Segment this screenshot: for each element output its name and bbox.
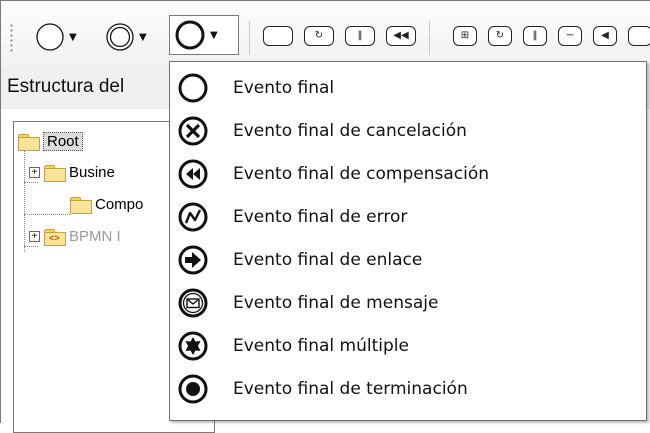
intermediate-event-button[interactable]: ▼: [105, 17, 147, 57]
start-event-icon: [36, 23, 64, 51]
tree-item-bpmn[interactable]: + <> BPMN I: [29, 228, 121, 246]
start-event-button[interactable]: ▼: [35, 17, 77, 57]
terminate-end-event-icon: [176, 372, 210, 406]
compensation-task-button[interactable]: ◀◀: [386, 26, 416, 46]
xml-badge: <>: [49, 232, 60, 243]
panel-title: Estructura del: [7, 76, 125, 97]
menu-item-link-end-event[interactable]: Evento final de enlace: [170, 239, 646, 281]
end-event-icon: [175, 20, 205, 50]
parallel-subprocess-button[interactable]: ‖: [523, 26, 547, 46]
loop-subprocess-button[interactable]: ↻: [488, 26, 512, 46]
parallel-icon: ‖: [357, 30, 363, 41]
multiple-end-event-icon: [176, 329, 210, 363]
chevron-down-icon[interactable]: ▼: [210, 30, 218, 41]
menu-item-label: Evento final de error: [233, 207, 408, 227]
loop-plus-icon: ↻: [495, 30, 505, 41]
error-end-event-icon: [176, 200, 210, 234]
menu-item-label: Evento final múltiple: [233, 336, 409, 356]
tilde-plus-icon: ~: [565, 30, 575, 41]
expand-icon[interactable]: +: [29, 231, 40, 242]
adhoc-subprocess-button[interactable]: ~: [558, 26, 582, 46]
tree-item-label: BPMN I: [69, 228, 121, 245]
folder-icon: [70, 196, 92, 214]
tree-item-label: Root: [43, 132, 83, 151]
loop-task-button[interactable]: ↻: [304, 26, 334, 46]
compensation-end-event-icon: [176, 157, 210, 191]
end-event-icon: [176, 71, 210, 105]
toolbar-grip[interactable]: [10, 23, 13, 53]
task-button[interactable]: [263, 26, 293, 46]
menu-item-label: Evento final: [233, 78, 335, 98]
menu-item-end-event[interactable]: Evento final: [170, 67, 646, 109]
menu-item-label: Evento final de enlace: [233, 250, 423, 270]
intermediate-event-icon: [106, 23, 134, 51]
tree-connector: [24, 214, 70, 215]
menu-item-label: Evento final de compensación: [233, 164, 490, 184]
cancel-end-event-icon: [176, 114, 210, 148]
menu-item-compensation-end-event[interactable]: Evento final de compensación: [170, 153, 646, 195]
menu-item-error-end-event[interactable]: Evento final de error: [170, 196, 646, 238]
expand-icon[interactable]: +: [29, 167, 40, 178]
menu-item-label: Evento final de mensaje: [233, 293, 439, 313]
folder-icon: [44, 164, 66, 182]
chevron-down-icon[interactable]: ▼: [69, 32, 77, 43]
tree-connector: [24, 148, 25, 252]
parallel-plus-icon: ‖: [532, 30, 538, 41]
toolbar: ▼ ▼ ▼ ↻ ‖ ◀◀ ⊞ ↻ ‖ ~ ◀: [1, 1, 650, 68]
rewind-icon: ◀◀: [393, 30, 409, 41]
tree-item-business[interactable]: + Busine: [29, 164, 115, 182]
toolbar-separator: [249, 21, 250, 55]
message-end-event-icon: [176, 286, 210, 320]
tree-item-components[interactable]: Compo: [70, 196, 144, 214]
end-event-button[interactable]: ▼: [169, 15, 239, 55]
menu-item-multiple-end-event[interactable]: Evento final múltiple: [170, 325, 646, 367]
tree-item-root[interactable]: Root: [18, 132, 83, 151]
xml-folder-icon: <>: [44, 228, 66, 246]
subprocess-button[interactable]: ⊞: [453, 26, 477, 46]
overflow-button[interactable]: [628, 26, 650, 46]
folder-icon: [18, 133, 40, 151]
tree-connector: [24, 246, 38, 247]
end-event-dropdown-menu: Evento final Evento final de cancelación…: [169, 61, 647, 421]
menu-item-terminate-end-event[interactable]: Evento final de terminación: [170, 368, 646, 410]
menu-item-label: Evento final de cancelación: [233, 121, 467, 141]
menu-item-label: Evento final de terminación: [233, 379, 468, 399]
chevron-down-icon[interactable]: ▼: [139, 32, 147, 43]
tree-item-label: Compo: [95, 196, 144, 213]
compensation-subprocess-button[interactable]: ◀: [593, 26, 617, 46]
plus-box-icon: ⊞: [460, 30, 470, 41]
toolbar-separator: [429, 21, 430, 55]
tree-connector: [24, 182, 38, 183]
tree-item-label: Busine: [69, 164, 115, 181]
menu-item-message-end-event[interactable]: Evento final de mensaje: [170, 282, 646, 324]
link-end-event-icon: [176, 243, 210, 277]
application-window: ▼ ▼ ▼ ↻ ‖ ◀◀ ⊞ ↻ ‖ ~ ◀ Estructura del Ro…: [0, 0, 650, 433]
parallel-task-button[interactable]: ‖: [345, 26, 375, 46]
rewind-plus-icon: ◀: [601, 30, 609, 41]
loop-icon: ↻: [314, 30, 324, 41]
menu-item-cancel-end-event[interactable]: Evento final de cancelación: [170, 110, 646, 152]
